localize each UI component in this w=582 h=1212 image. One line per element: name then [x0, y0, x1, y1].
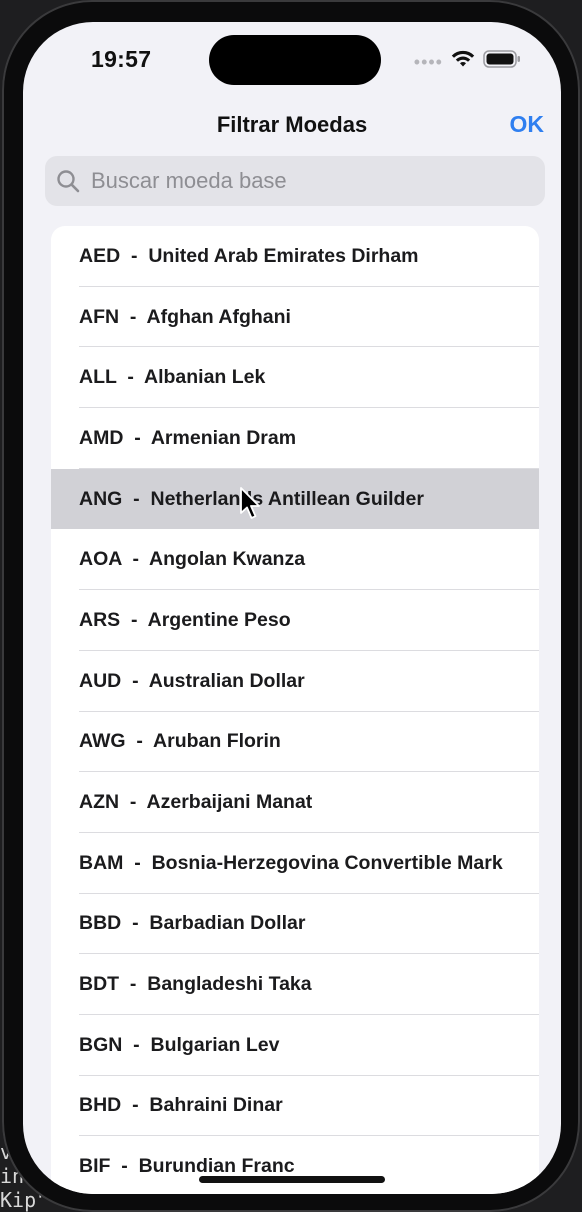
currency-row-afn[interactable]: AFN - Afghan Afghani	[51, 287, 539, 348]
stage: v in Kip" 19:57 •••• Filtrar Moedas OK B…	[0, 0, 582, 1212]
currency-label: AZN - Azerbaijani Manat	[79, 791, 313, 814]
dynamic-island	[209, 35, 381, 85]
battery-icon	[483, 50, 521, 73]
wifi-icon	[451, 50, 475, 73]
currency-label: AUD - Australian Dollar	[79, 669, 305, 692]
currency-label: ARS - Argentine Peso	[79, 608, 291, 631]
currency-label: AWG - Aruban Florin	[79, 730, 281, 753]
currency-row-bam[interactable]: BAM - Bosnia-Herzegovina Convertible Mar…	[51, 833, 539, 894]
currency-row-bdt[interactable]: BDT - Bangladeshi Taka	[51, 954, 539, 1015]
currency-list: AED - United Arab Emirates Dirham AFN - …	[51, 226, 539, 1194]
page-title: Filtrar Moedas	[216, 112, 368, 137]
currency-row-awg[interactable]: AWG - Aruban Florin	[51, 712, 539, 773]
currency-row-bbd[interactable]: BBD - Barbadian Dollar	[51, 894, 539, 955]
cellular-signal-icon: ••••	[413, 51, 443, 72]
currency-row-aud[interactable]: AUD - Australian Dollar	[51, 651, 539, 712]
currency-label: BHD - Bahraini Dinar	[79, 1094, 283, 1117]
currency-label: BAM - Bosnia-Herzegovina Convertible Mar…	[79, 851, 503, 874]
status-icons: ••••	[414, 50, 521, 73]
currency-label: BGN - Bulgarian Lev	[79, 1033, 280, 1056]
currency-row-amd[interactable]: AMD - Armenian Dram	[51, 408, 539, 469]
currency-row-bgn[interactable]: BGN - Bulgarian Lev	[51, 1015, 539, 1076]
currency-row-bif[interactable]: BIF - Burundian Franc	[51, 1136, 539, 1194]
currency-row-ang[interactable]: ANG - Netherlands Antillean Guilder	[51, 468, 539, 530]
home-indicator[interactable]	[199, 1176, 385, 1183]
iphone-frame: 19:57 •••• Filtrar Moedas OK Buscar moed…	[2, 0, 580, 1212]
currency-label: BDT - Bangladeshi Taka	[79, 973, 312, 996]
search-input[interactable]	[89, 167, 533, 195]
currency-row-aoa[interactable]: AOA - Angolan Kwanza	[51, 529, 539, 590]
navigation-bar: Filtrar Moedas OK	[23, 106, 561, 150]
search-icon	[55, 168, 81, 194]
currency-label: AFN - Afghan Afghani	[79, 305, 291, 328]
currency-row-ars[interactable]: ARS - Argentine Peso	[51, 590, 539, 651]
currency-label: ALL - Albanian Lek	[79, 366, 266, 389]
currency-label: AMD - Armenian Dram	[79, 426, 297, 449]
currency-row-all[interactable]: ALL - Albanian Lek	[51, 347, 539, 408]
currency-label: ANG - Netherlands Antillean Guilder	[79, 487, 424, 510]
currency-row-bhd[interactable]: BHD - Bahraini Dinar	[51, 1076, 539, 1137]
currency-label: AED - United Arab Emirates Dirham	[79, 244, 419, 267]
search-bar[interactable]	[45, 156, 545, 206]
phone-screen: 19:57 •••• Filtrar Moedas OK Buscar moed…	[23, 22, 561, 1194]
ok-button[interactable]: OK	[510, 111, 545, 138]
currency-label: BIF - Burundian Franc	[79, 1155, 295, 1178]
currency-row-azn[interactable]: AZN - Azerbaijani Manat	[51, 772, 539, 833]
currency-label: BBD - Barbadian Dollar	[79, 912, 306, 935]
currency-row-aed[interactable]: AED - United Arab Emirates Dirham	[51, 226, 539, 287]
status-time: 19:57	[91, 46, 152, 72]
status-bar: 19:57 ••••	[23, 22, 561, 102]
currency-label: AOA - Angolan Kwanza	[79, 548, 306, 571]
